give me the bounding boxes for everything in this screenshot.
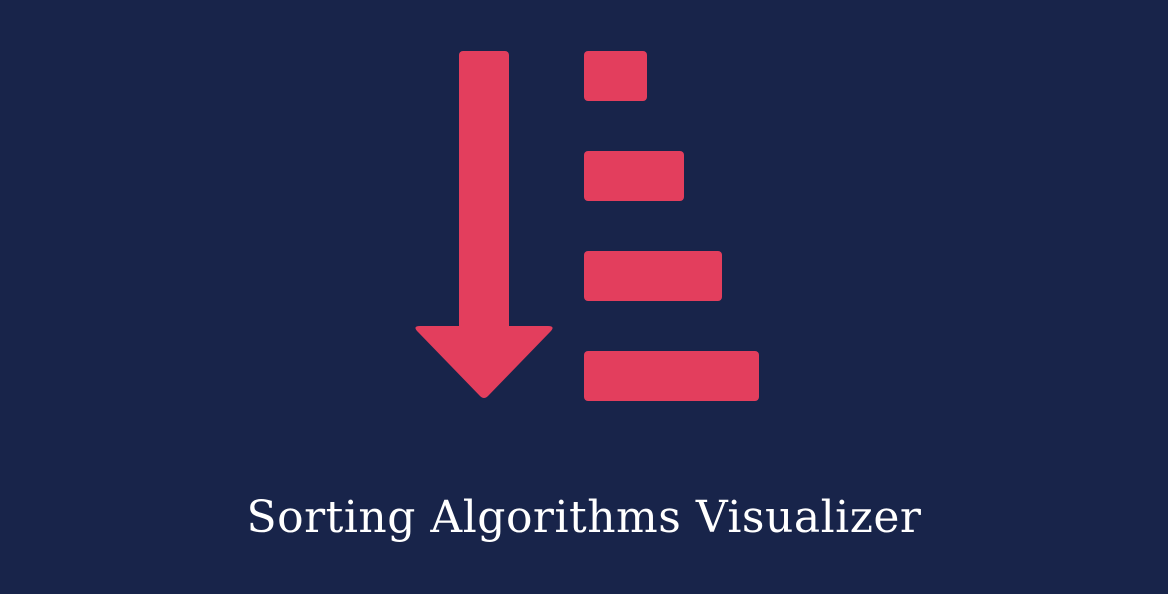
arrow-down-icon — [415, 51, 553, 398]
app-title: Sorting Algorithms Visualizer — [246, 492, 922, 543]
sort-bar — [584, 151, 684, 201]
sort-ascending-bars-icon — [584, 51, 759, 401]
sort-bar — [584, 351, 759, 401]
sort-bar — [584, 251, 722, 301]
sort-bar — [584, 51, 647, 101]
